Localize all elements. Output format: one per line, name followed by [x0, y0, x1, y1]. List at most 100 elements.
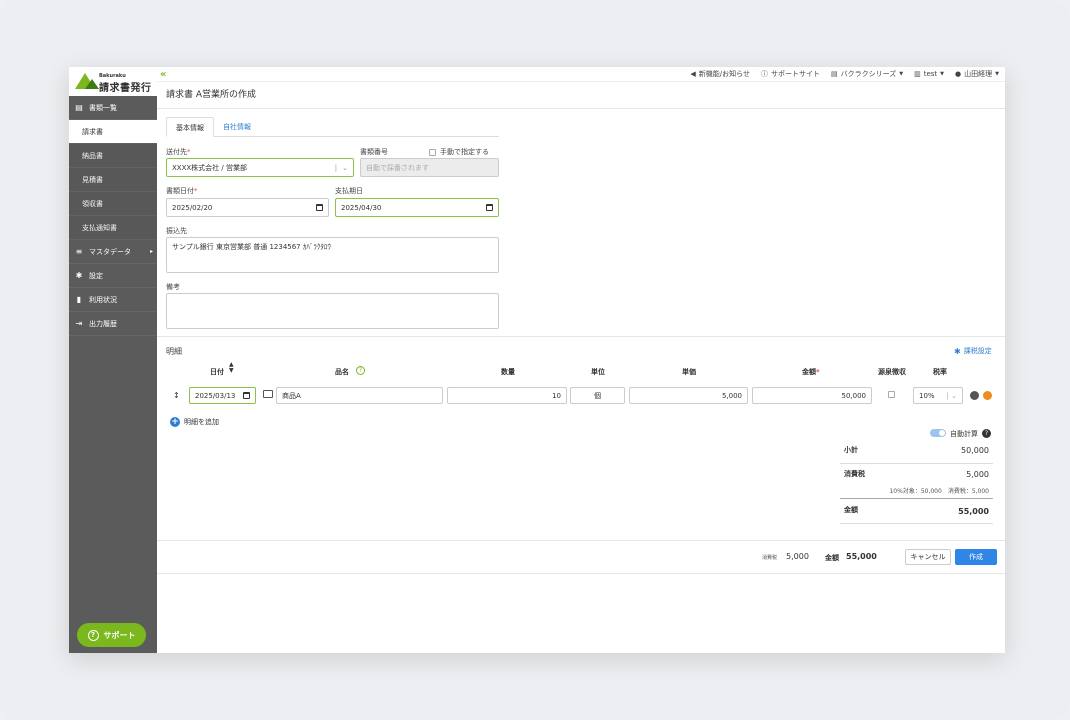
tab-company-info[interactable]: 自社情報 — [214, 117, 260, 137]
sidebar-item-usage[interactable]: ▮ 利用状況 — [69, 288, 157, 312]
date-label: 書類日付* — [166, 186, 198, 196]
tenant-label: test — [923, 70, 938, 78]
calendar-icon[interactable] — [316, 204, 323, 211]
withholding-checkbox[interactable] — [888, 391, 895, 398]
auto-calc-toggle[interactable] — [930, 429, 946, 437]
sidebar-item-delivery-note[interactable]: 納品書 — [69, 144, 157, 168]
export-icon: ⇥ — [75, 319, 83, 328]
main-content: « ◀ 新機能/お知らせ ⓘ サポートサイト ▤ バクラクシリーズ ▼ ▥ te — [157, 67, 1005, 653]
section-divider — [157, 336, 1005, 337]
megaphone-icon: ◀ — [690, 70, 696, 78]
sidebar-item-export-history[interactable]: ⇥ 出力履歴 — [69, 312, 157, 336]
brand-main: 請求書発行 — [99, 83, 152, 94]
due-date-label: 支払期日 — [335, 187, 363, 195]
calendar-icon[interactable] — [486, 204, 493, 211]
summary-divider — [840, 523, 993, 524]
user-icon: ● — [955, 70, 962, 78]
cancel-button[interactable]: キャンセル — [905, 549, 951, 565]
sidebar-item-quotation[interactable]: 見積書 — [69, 168, 157, 192]
remove-row-icon[interactable] — [983, 391, 992, 400]
tax-settings-link[interactable]: ✱ 課税設定 — [954, 346, 992, 356]
auto-calc-label: 自動計算 — [950, 430, 978, 438]
item-master-icon[interactable] — [263, 390, 273, 398]
sidebar-item-label: 利用状況 — [89, 295, 117, 304]
document-icon: ▤ — [75, 103, 83, 112]
support-button[interactable]: ? サポート — [77, 623, 146, 647]
help-icon[interactable]: ? — [356, 366, 365, 375]
summary-divider — [840, 463, 993, 464]
row-date-input[interactable]: 2025/03/13 — [189, 387, 256, 404]
tax-value: 5,000 — [966, 470, 989, 479]
sidebar-item-payment-notice[interactable]: 支払通知書 — [69, 216, 157, 240]
bank-label: 振込先 — [166, 227, 187, 235]
caret-down-icon: ▼ — [940, 71, 945, 77]
sidebar-item-receipt[interactable]: 領収書 — [69, 192, 157, 216]
due-date-input[interactable]: 2025/04/30 — [335, 198, 499, 217]
row-tax-rate-select[interactable]: 10% | ⌄ — [913, 387, 963, 404]
row-price-input[interactable]: 5,000 — [629, 387, 748, 404]
add-line-button[interactable]: + 明細を追加 — [170, 417, 219, 427]
tax-settings-label: 課税設定 — [963, 347, 992, 355]
sidebar-item-label: 請求書 — [82, 127, 103, 136]
create-button[interactable]: 作成 — [955, 549, 997, 565]
row-unit-input[interactable]: 個 — [570, 387, 625, 404]
user-menu[interactable]: ● 山田経理 ▼ — [955, 69, 999, 79]
sidebar-item-master-data[interactable]: ≡ マスタデータ ▸ — [69, 240, 157, 264]
manual-number-checkbox[interactable]: 手動で指定する — [429, 147, 489, 157]
docno-input: 自動で採番されます — [360, 158, 499, 177]
sidebar-item-label: 出力履歴 — [89, 319, 117, 328]
lines-section-title: 明細 — [166, 347, 182, 356]
sidebar: Bakuraku 請求書発行 ▤ 書類一覧 請求書 納品書 見積書 領収書 支払… — [69, 67, 157, 653]
col-withholding: 源泉徴収 — [878, 368, 906, 376]
sort-icon[interactable]: ▲ ▼ — [229, 362, 234, 374]
required-mark: * — [816, 368, 820, 376]
sidebar-item-invoice[interactable]: 請求書 — [69, 120, 157, 144]
chevron-down-icon: ⌄ — [342, 163, 348, 172]
sidebar-item-label: マスタデータ — [89, 247, 131, 256]
col-amount-text: 金額 — [802, 368, 816, 376]
manual-label: 手動で指定する — [440, 148, 489, 156]
logo[interactable]: Bakuraku 請求書発行 — [69, 67, 157, 96]
note-textarea[interactable] — [166, 293, 499, 329]
database-icon: ≡ — [75, 247, 83, 256]
gear-icon: ✱ — [954, 346, 961, 356]
footer-tax-label: 消費税 — [762, 555, 778, 561]
calendar-icon[interactable] — [243, 392, 250, 399]
support-site-link[interactable]: ⓘ サポートサイト — [761, 69, 820, 79]
separator: | — [334, 163, 338, 172]
sidebar-item-documents[interactable]: ▤ 書類一覧 — [69, 96, 157, 120]
page-title: 請求書 A営業所の作成 — [157, 82, 1005, 109]
row-name-input[interactable]: 商品A — [276, 387, 443, 404]
sidebar-item-settings[interactable]: ✱ 設定 — [69, 264, 157, 288]
tab-basic-info[interactable]: 基本情報 — [166, 117, 214, 137]
footer-tax-value: 5,000 — [786, 552, 809, 561]
collapse-sidebar-icon[interactable]: « — [160, 69, 166, 80]
summary-divider — [840, 498, 993, 499]
recipient-select[interactable]: XXXX株式会社 / 営業部 | ⌄ — [166, 158, 354, 177]
bakuraku-series-menu[interactable]: ▤ バクラクシリーズ ▼ — [831, 69, 903, 79]
recipient-value: XXXX株式会社 / 営業部 — [172, 163, 247, 172]
chevron-down-icon: | ⌄ — [946, 391, 957, 400]
calendar-wrapper — [486, 204, 493, 211]
drag-handle-icon[interactable]: ↕ — [173, 391, 180, 400]
copy-row-icon[interactable] — [970, 391, 979, 400]
row-qty-input[interactable]: 10 — [447, 387, 567, 404]
total-label: 金額 — [844, 506, 858, 514]
tenant-menu[interactable]: ▥ test ▼ — [914, 70, 944, 78]
tax-label: 消費税 — [844, 470, 865, 478]
col-amount: 金額* — [802, 367, 820, 377]
document-date-input[interactable]: 2025/02/20 — [166, 198, 329, 217]
col-price: 単価 — [682, 368, 696, 376]
sidebar-item-label: 納品書 — [82, 151, 103, 160]
subtotal-label: 小計 — [844, 446, 858, 454]
help-icon[interactable]: ? — [982, 429, 991, 438]
docno-placeholder: 自動で採番されます — [366, 163, 429, 172]
user-label: 山田経理 — [964, 70, 993, 78]
note-label: 備考 — [166, 283, 180, 291]
news-link[interactable]: ◀ 新機能/お知らせ — [690, 69, 750, 79]
sidebar-item-label: 領収書 — [82, 199, 103, 208]
bank-textarea[interactable]: サンプル銀行 東京営業部 普通 1234567 ｶﾊﾞﾗｸﾀﾛｳ — [166, 237, 499, 273]
gear-icon: ✱ — [75, 271, 83, 280]
caret-down-icon: ▼ — [995, 71, 999, 77]
row-amount-input[interactable]: 50,000 — [752, 387, 872, 404]
